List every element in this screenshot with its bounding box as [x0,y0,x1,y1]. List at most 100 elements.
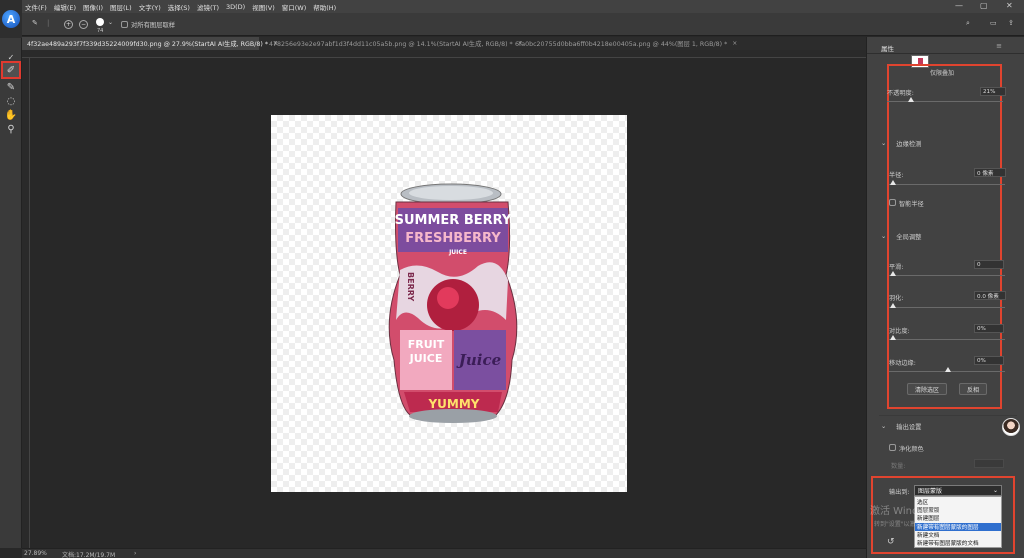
status-bar: 27.89% 文档:17.2M/19.7M › [22,548,866,558]
opacity-field[interactable]: 21% [980,87,1006,96]
smooth-field[interactable]: 0 [974,260,1004,269]
edge-detection-title: 边缘检测 [896,141,922,148]
subtract-from-selection-icon[interactable]: − [79,20,88,29]
smooth-slider-track[interactable] [889,275,1005,276]
feather-slider-track[interactable] [889,307,1005,308]
menu-filter[interactable]: 滤镜(T) [197,2,219,12]
menu-layer[interactable]: 图层(L) [110,2,132,12]
zoom-tool-icon[interactable]: ⚲ [3,122,19,136]
option-new-document-with-mask[interactable]: 新建带有图层蒙版的文档 [917,539,979,547]
smooth-slider-handle[interactable] [890,271,896,276]
radius-field[interactable]: 0 像素 [974,168,1006,177]
shift-edge-field[interactable]: 0% [974,356,1004,365]
tab-document-2[interactable]: 478256e93e2e97abf1d3f4dd11c05a5b.png @ 1… [264,37,523,50]
output-to-label: 输出到: [889,489,910,496]
global-refine-header[interactable]: ⌄ 全局调整 [881,232,921,241]
tab-properties[interactable]: 属性 [881,43,894,53]
add-to-selection-icon[interactable]: + [64,20,73,29]
search-icon[interactable]: ⌕ [966,19,970,28]
invert-button[interactable]: 反相 [959,383,987,395]
minimize-button[interactable]: — [955,1,963,10]
chevron-down-icon[interactable]: ⌄ [108,19,113,26]
feather-slider-handle[interactable] [890,303,896,308]
shift-edge-label: 移动边缘: [889,360,916,367]
refine-edge-brush-tool-icon[interactable]: ✐ [1,61,21,79]
contrast-field[interactable]: 0% [974,324,1004,333]
menu-type[interactable]: 文字(Y) [139,2,161,12]
decontaminate-checkbox[interactable] [889,444,896,451]
brush-tool-icon[interactable]: ✎ [3,80,19,94]
output-settings-header[interactable]: ⌄ 输出设置 [881,422,921,431]
can-side-text: BERRY [406,272,415,301]
menu-window[interactable]: 窗口(W) [282,2,307,12]
share-icon[interactable]: ⇪ [1008,19,1014,27]
can-line-2: FRESHBERRY [405,231,501,246]
sample-all-layers-checkbox[interactable] [121,21,128,28]
global-refine-title: 全局调整 [896,234,922,241]
smooth-label: 平滑: [889,264,904,271]
opacity-label: 不透明度: [887,90,914,97]
radius-slider-handle[interactable] [890,180,896,185]
tab-label: 6fa0bc20755d0bba6ff0b4218e00405a.png @ 4… [515,41,728,48]
maximize-button[interactable]: ▢ [980,1,988,10]
properties-panel: 属性 ≡ 仅限叠加 不透明度: 21% ⌄ 边缘检测 半径: 0 像素 智能半径… [866,37,1024,558]
brush-size-icon[interactable] [96,18,104,26]
tab-label: 4f32ae489a293f7f339d35224009fd30.png @ 2… [27,41,268,48]
reset-icon[interactable]: ↺ [887,537,895,547]
view-mode-label[interactable]: 仅限叠加 [930,68,954,77]
hand-tool-icon[interactable]: ✋ [3,108,19,122]
quick-selection-tool-icon[interactable]: ✓ [3,50,19,64]
tab-document-3[interactable]: 6fa0bc20755d0bba6ff0b4218e00405a.png @ 4… [510,37,737,50]
close-button[interactable]: ✕ [1006,1,1013,10]
opacity-slider-track[interactable] [887,101,1003,102]
menu-3d[interactable]: 3D(D) [226,3,245,11]
output-to-value: 图层蒙版 [918,488,943,495]
app-logo: A [0,0,22,38]
can-yummy: YUMMY [427,397,479,411]
menu-help[interactable]: 帮助(H) [313,2,336,12]
panel-menu-icon[interactable]: ≡ [996,42,1002,50]
close-icon[interactable]: × [732,40,737,47]
chevron-down-icon[interactable]: ⌄ [993,487,998,494]
chevron-down-icon[interactable]: ⌄ [881,423,886,430]
juice-can-image: SUMMER BERRY FRESHBERRY JUICE BERRY FRUI… [388,183,518,423]
brush-preset-icon[interactable]: ✎ [32,19,38,27]
clear-selection-button[interactable]: 清除选区 [907,383,947,395]
smart-radius-checkbox[interactable] [889,199,896,206]
tab-document-1[interactable]: 4f32ae489a293f7f339d35224009fd30.png @ 2… [22,37,278,50]
workspace-icon[interactable]: ▭ [990,19,997,27]
status-arrow-icon[interactable]: › [134,550,136,557]
opacity-slider-handle[interactable] [908,97,915,102]
menu-file[interactable]: 文件(F) [25,2,47,12]
output-to-select[interactable]: 图层蒙版 ⌄ [914,485,1002,496]
feather-field[interactable]: 0.0 像素 [974,291,1006,300]
can-juice-script: Juice [456,351,501,369]
horizontal-ruler[interactable] [22,50,866,58]
zoom-level[interactable]: 27.89% [24,550,47,557]
chevron-down-icon[interactable]: ⌄ [881,233,886,240]
panel-tab-divider [867,53,1024,54]
vertical-ruler[interactable] [22,58,30,548]
edge-detection-header[interactable]: ⌄ 边缘检测 [881,139,921,148]
menu-edit[interactable]: 编辑(E) [54,2,76,12]
activate-windows-watermark: 激活 Windows [870,506,938,517]
shift-edge-slider-handle[interactable] [945,367,951,372]
menu-image[interactable]: 图像(I) [83,2,103,12]
menu-select[interactable]: 选择(S) [168,2,190,12]
menu-view[interactable]: 视图(V) [252,2,275,12]
amount-field [974,459,1004,468]
document-tabs: 4f32ae489a293f7f339d35224009fd30.png @ 2… [22,37,866,50]
contrast-slider-track[interactable] [889,339,1005,340]
logo-mark: A [2,10,20,28]
feather-label: 羽化: [889,295,904,302]
brush-size-value: 74 [97,28,104,34]
lasso-tool-icon[interactable]: ◌ [3,94,19,108]
avatar[interactable] [1002,418,1020,436]
radius-slider-track[interactable] [889,184,1005,185]
contrast-slider-handle[interactable] [890,335,896,340]
output-settings-title: 输出设置 [896,424,922,431]
divider-glyph: | [47,19,50,27]
option-new-document[interactable]: 新建文档 [917,531,939,539]
chevron-down-icon[interactable]: ⌄ [881,140,886,147]
menu-bar: 文件(F) 编辑(E) 图像(I) 图层(L) 文字(Y) 选择(S) 滤镜(T… [0,0,1024,13]
